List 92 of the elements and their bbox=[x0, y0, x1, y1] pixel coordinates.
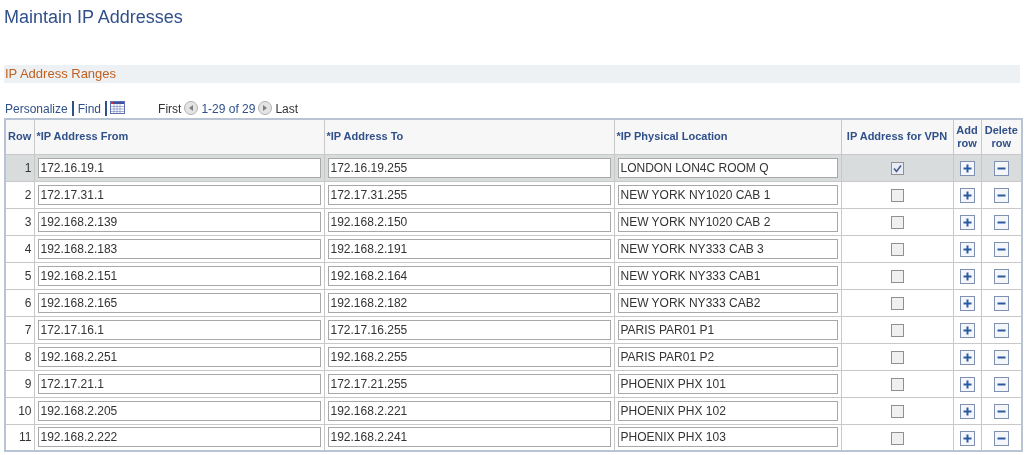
delete-row-icon[interactable] bbox=[993, 160, 1009, 176]
column-header: IP Address for VPN bbox=[841, 119, 953, 154]
delete-row-icon[interactable] bbox=[993, 241, 1009, 257]
input-field[interactable]: 192.168.2.251 bbox=[37, 346, 321, 367]
checkbox[interactable] bbox=[890, 377, 904, 391]
column-header: Add row bbox=[953, 119, 981, 154]
input-field[interactable]: 192.168.2.139 bbox=[37, 211, 321, 232]
first-label: First bbox=[158, 102, 182, 116]
checkbox[interactable] bbox=[890, 350, 904, 364]
input-field[interactable]: 192.168.2.222 bbox=[37, 427, 321, 448]
checkbox[interactable] bbox=[890, 323, 904, 337]
input-field[interactable]: PARIS PAR01 P2 bbox=[617, 346, 838, 367]
input-field[interactable]: 172.17.16.1 bbox=[37, 319, 321, 340]
input-field[interactable]: 172.17.31.255 bbox=[327, 184, 611, 205]
checkbox[interactable] bbox=[890, 404, 904, 418]
input-field[interactable]: PHOENIX PHX 102 bbox=[617, 400, 838, 421]
delete-row-icon[interactable] bbox=[993, 430, 1009, 446]
input-field[interactable]: 192.168.2.150 bbox=[327, 211, 611, 232]
grid-link[interactable]: Personalize bbox=[4, 102, 69, 116]
row-number: 8 bbox=[5, 343, 34, 370]
add-row-icon[interactable] bbox=[959, 187, 975, 203]
input-field[interactable]: 192.168.2.221 bbox=[327, 400, 611, 421]
add-row-icon[interactable] bbox=[959, 295, 975, 311]
input-field[interactable]: 172.16.19.255 bbox=[327, 157, 611, 178]
column-header: Row bbox=[5, 119, 34, 154]
input-field[interactable]: 172.17.31.1 bbox=[37, 184, 321, 205]
row-number: 7 bbox=[5, 316, 34, 343]
add-row-icon[interactable] bbox=[959, 160, 975, 176]
add-row-icon[interactable] bbox=[959, 268, 975, 284]
input-field[interactable]: NEW YORK NY333 CAB1 bbox=[617, 265, 838, 286]
input-field[interactable]: 192.168.2.205 bbox=[37, 400, 321, 421]
input-field[interactable]: 192.168.2.164 bbox=[327, 265, 611, 286]
delete-row-icon[interactable] bbox=[993, 268, 1009, 284]
grid-link[interactable]: Find bbox=[76, 102, 103, 116]
input-field[interactable]: NEW YORK NY1020 CAB 1 bbox=[617, 184, 838, 205]
delete-row-icon[interactable] bbox=[993, 403, 1009, 419]
row-number: 1 bbox=[5, 154, 34, 181]
column-header: *IP Physical Location bbox=[614, 119, 841, 154]
input-field[interactable]: LONDON LON4C ROOM Q bbox=[617, 157, 838, 178]
next-icon[interactable] bbox=[258, 101, 273, 115]
add-row-icon[interactable] bbox=[959, 430, 975, 446]
column-header: *IP Address From bbox=[34, 119, 324, 154]
section-title: IP Address Ranges bbox=[5, 65, 117, 84]
input-field[interactable]: 192.168.2.255 bbox=[327, 346, 611, 367]
input-field[interactable]: PHOENIX PHX 101 bbox=[617, 373, 838, 394]
spreadsheet-icon[interactable] bbox=[110, 101, 126, 114]
add-row-icon[interactable] bbox=[959, 322, 975, 338]
row-number: 5 bbox=[5, 262, 34, 289]
delete-row-icon[interactable] bbox=[993, 322, 1009, 338]
row-number: 10 bbox=[5, 397, 34, 424]
checkbox[interactable] bbox=[890, 188, 904, 202]
checkbox[interactable] bbox=[890, 269, 904, 283]
input-field[interactable]: 192.168.2.183 bbox=[37, 238, 321, 259]
checkbox[interactable] bbox=[890, 431, 904, 445]
input-field[interactable]: 172.17.21.1 bbox=[37, 373, 321, 394]
input-field[interactable]: PARIS PAR01 P1 bbox=[617, 319, 838, 340]
input-field[interactable]: 172.17.16.255 bbox=[327, 319, 611, 340]
page-range: 1-29 of 29 bbox=[201, 102, 256, 116]
checkbox[interactable] bbox=[890, 161, 904, 175]
input-field[interactable]: 172.17.21.255 bbox=[327, 373, 611, 394]
input-field[interactable]: NEW YORK NY333 CAB 3 bbox=[617, 238, 838, 259]
delete-row-icon[interactable] bbox=[993, 295, 1009, 311]
previous-icon[interactable] bbox=[184, 101, 199, 115]
input-field[interactable]: NEW YORK NY333 CAB2 bbox=[617, 292, 838, 313]
row-number: 4 bbox=[5, 235, 34, 262]
add-row-icon[interactable] bbox=[959, 349, 975, 365]
delete-row-icon[interactable] bbox=[993, 376, 1009, 392]
input-field[interactable]: 192.168.2.165 bbox=[37, 292, 321, 313]
delete-row-icon[interactable] bbox=[993, 349, 1009, 365]
checkbox[interactable] bbox=[890, 242, 904, 256]
input-field[interactable]: PHOENIX PHX 103 bbox=[617, 427, 838, 448]
row-number: 9 bbox=[5, 370, 34, 397]
input-field[interactable]: 192.168.2.151 bbox=[37, 265, 321, 286]
input-field[interactable]: 192.168.2.241 bbox=[327, 427, 611, 448]
input-field[interactable]: NEW YORK NY1020 CAB 2 bbox=[617, 211, 838, 232]
checkbox[interactable] bbox=[890, 215, 904, 229]
add-row-icon[interactable] bbox=[959, 376, 975, 392]
add-row-icon[interactable] bbox=[959, 214, 975, 230]
input-field[interactable]: 192.168.2.191 bbox=[327, 238, 611, 259]
delete-row-icon[interactable] bbox=[993, 187, 1009, 203]
page-title: Maintain IP Addresses bbox=[4, 6, 183, 28]
input-field[interactable]: 172.16.19.1 bbox=[37, 157, 321, 178]
row-number: 2 bbox=[5, 181, 34, 208]
delete-row-icon[interactable] bbox=[993, 214, 1009, 230]
add-row-icon[interactable] bbox=[959, 403, 975, 419]
row-number: 3 bbox=[5, 208, 34, 235]
input-field[interactable]: 192.168.2.182 bbox=[327, 292, 611, 313]
row-number: 6 bbox=[5, 289, 34, 316]
last-label: Last bbox=[275, 102, 299, 116]
checkbox[interactable] bbox=[890, 296, 904, 310]
add-row-icon[interactable] bbox=[959, 241, 975, 257]
column-header: *IP Address To bbox=[324, 119, 614, 154]
